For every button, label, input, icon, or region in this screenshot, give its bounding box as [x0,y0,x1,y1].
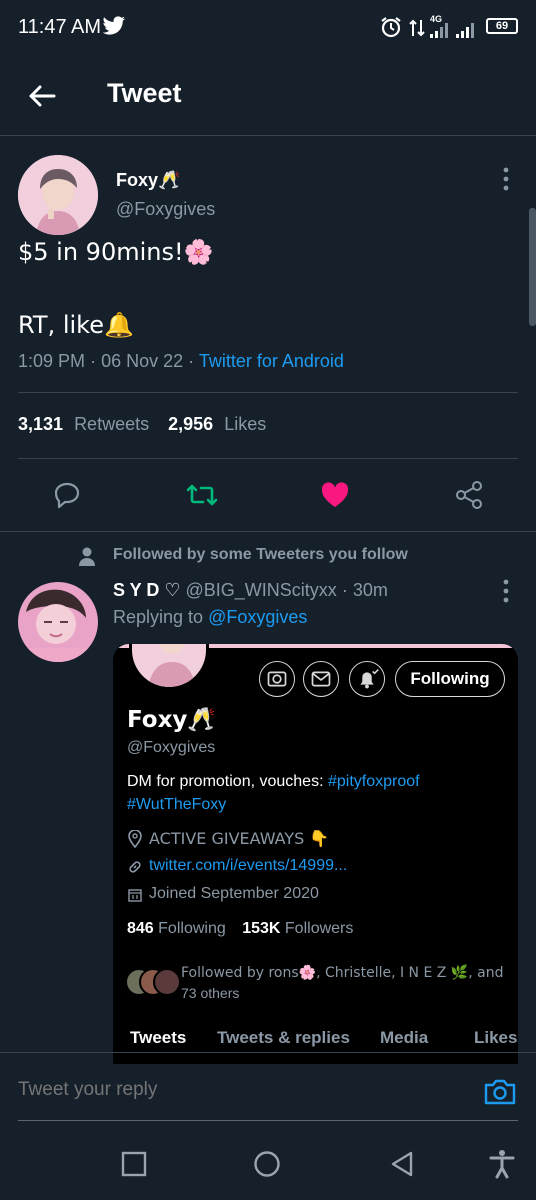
status-time: 11:47 AM [18,16,102,38]
reply-time: · 30m [341,580,388,600]
page-title: Tweet [107,78,182,108]
tweet-text-line-2: RT, like🔔 [18,311,134,339]
card-link: twitter.com/i/events/14999... [149,857,348,874]
accessibility-icon[interactable] [488,1148,516,1180]
avatar-image [18,582,98,662]
author-avatar[interactable] [18,155,98,235]
top-app-bar: Tweet [0,56,536,136]
card-bio-hashtag: #WutTheFoxy [127,796,227,813]
link-icon [129,861,141,873]
card-following-label: Following [158,920,226,937]
reply-underline [18,1120,518,1121]
card-name: Foxy🥂 [127,707,217,733]
card-tab-media: Media [380,1028,429,1047]
replying-handle-link[interactable]: @Foxygives [208,607,307,627]
avatar-image [18,155,98,235]
profile-card-image[interactable]: Following Foxy🥂 @Foxygives DM for promot… [113,644,518,1064]
card-bio-hashtag: #pityfoxproof [327,773,420,790]
card-handle: @Foxygives [127,739,216,756]
alarm-icon [381,17,401,38]
like-heart-icon[interactable] [320,480,350,510]
retweets-label: Retweets [74,414,150,434]
avatar-image [132,644,206,687]
retweets-count: 3,131 [18,414,64,434]
following-button: Following [395,661,505,697]
likes-stat[interactable]: 2,956 Likes [168,414,266,434]
card-tab-likes: Likes [474,1028,518,1047]
card-tab-tweets: Tweets [130,1028,187,1047]
tweet-text-line-1: $5 in 90mins!🌸 [18,238,214,266]
tweet-meta: 1:09 PM · 06 Nov 22 · Twitter for Androi… [18,351,344,372]
card-followers-count: 153K [242,920,281,937]
divider [0,531,536,532]
camera-sticker-icon [259,661,295,697]
card-follow-stats: 846 Following 153K Followers [127,920,353,938]
reply-author-handle: @BIG_WINScityxx [185,580,337,600]
scrollbar[interactable] [529,208,536,326]
card-tab-tweets-replies: Tweets & replies [217,1028,350,1047]
status-bar: 11:47 AM 4G 69 [0,0,536,56]
social-context: Followed by some Tweeters you follow [113,546,408,563]
person-icon [79,547,95,566]
back-triangle-icon[interactable] [388,1149,416,1179]
tweet-date: 06 Nov 22 [101,351,184,371]
camera-icon[interactable] [482,1075,518,1109]
replying-to: Replying to @Foxygives [113,607,307,628]
location-pin-icon [128,830,142,848]
divider [18,392,518,393]
twitter-bird-icon [102,16,125,35]
signal-strength-icon [430,23,474,38]
reply-author-row[interactable]: S Y D ♡ @BIG_WINScityxx · 30m [113,580,388,601]
reply-author-name: S Y D ♡ [113,580,181,600]
home-icon[interactable] [252,1149,282,1179]
reply-icon[interactable] [52,480,82,510]
more-options-icon[interactable] [496,164,516,194]
card-location: ACTIVE GIVEAWAYS 👇 [149,829,330,848]
card-bio-line-1: DM for promotion, vouches: #pityfoxproof [127,773,420,791]
meta-separator: · [90,351,102,371]
card-followed-by-avatars [125,968,181,998]
reply-composer [0,1052,536,1130]
card-bio-text: DM for promotion, vouches: [127,773,328,790]
retweets-stat[interactable]: 3,131 Retweets [18,414,154,434]
mini-avatar [153,968,181,996]
likes-count: 2,956 [168,414,214,434]
system-nav-bar [0,1130,536,1200]
more-options-icon[interactable] [496,576,516,606]
card-followers-label: Followers [284,920,354,937]
tweet-stats: 3,131 Retweets 2,956 Likes [18,414,266,435]
reply-author-avatar[interactable] [18,582,98,662]
card-followed-by-line-2: 73 others [181,985,240,1001]
replying-label: Replying to [113,607,204,627]
card-avatar [129,644,209,690]
likes-label: Likes [224,414,267,434]
card-followed-by-line-1: Followed by rons🌸, Christelle, I N E Z 🌿… [181,965,504,981]
retweet-icon[interactable] [186,480,218,510]
message-icon [303,661,339,697]
recent-apps-icon[interactable] [120,1150,148,1178]
share-icon[interactable] [454,480,484,510]
meta-separator: · [188,351,199,371]
data-arrows-icon [409,19,425,37]
divider [18,458,518,459]
card-following-count: 846 [127,920,154,937]
notification-bell-icon [349,661,385,697]
card-joined: Joined September 2020 [149,885,319,902]
back-arrow-icon[interactable] [22,76,62,116]
calendar-icon [128,889,142,902]
battery-indicator: 69 [486,18,518,34]
author-handle[interactable]: @Foxygives [116,199,215,220]
author-name[interactable]: Foxy🥂 [116,170,180,191]
tweet-time: 1:09 PM [18,351,86,371]
reply-input[interactable] [18,1079,458,1101]
tweet-source-link[interactable]: Twitter for Android [199,351,344,371]
